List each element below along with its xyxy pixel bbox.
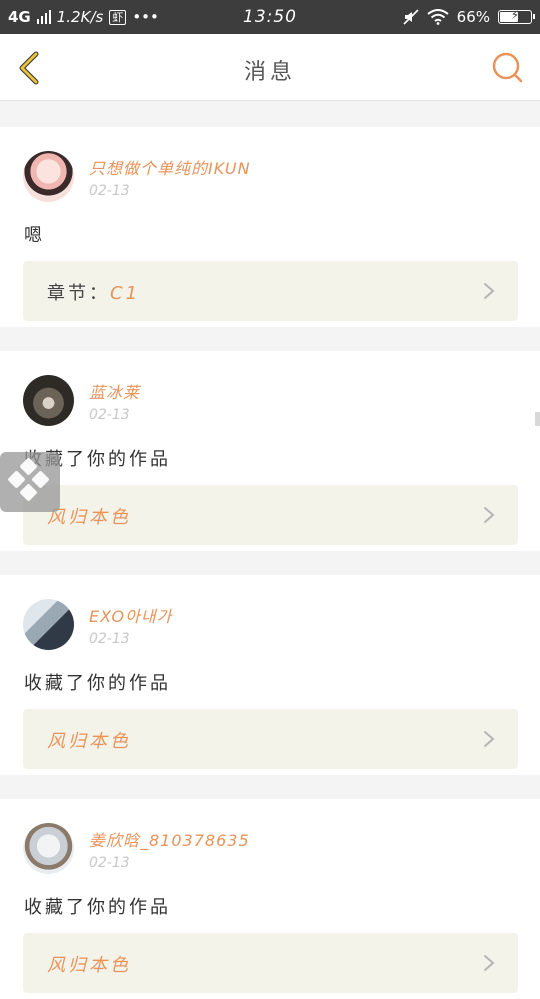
battery-percent: 66%: [456, 8, 490, 26]
diamond-grid-icon: [8, 458, 49, 501]
message-text: 嗯: [24, 225, 45, 246]
search-button[interactable]: [490, 50, 524, 84]
ref-title: C1: [110, 283, 141, 304]
message-card: EXO아내가 02-13 收藏了你的作品 风归本色: [0, 575, 540, 775]
message-text: 收藏了你的作品: [24, 897, 171, 918]
floating-assist-button[interactable]: [0, 452, 60, 512]
username[interactable]: EXO아내가: [89, 603, 172, 627]
message-date: 02-13: [89, 183, 130, 199]
chevron-right-icon: [484, 731, 495, 747]
message-date: 02-13: [89, 631, 130, 647]
ref-title: 风归本色: [47, 955, 131, 976]
scrollbar[interactable]: [535, 412, 540, 426]
chevron-right-icon: [484, 507, 495, 523]
referenced-work[interactable]: 章节：C1: [23, 261, 518, 321]
referenced-work[interactable]: 风归本色: [23, 933, 518, 993]
status-right: 66% ⚡: [403, 8, 535, 26]
header-bar: 消息: [0, 34, 540, 101]
username[interactable]: 只想做个单纯的IKUN: [89, 155, 251, 179]
message-card: 只想做个单纯的IKUN 02-13 嗯 章节：C1: [0, 127, 540, 327]
referenced-work-label: 章节：C1: [47, 279, 140, 305]
message-card: 蓝冰莱 02-13 收藏了你的作品 风归本色: [0, 351, 540, 551]
message-list: 只想做个单纯的IKUN 02-13 嗯 章节：C1 蓝冰莱 02-13 收藏了你…: [0, 101, 540, 999]
status-bar: 4G 1.2K/s 虾 ••• 13:50 66% ⚡: [0, 0, 540, 34]
chevron-right-icon: [484, 955, 495, 971]
search-icon: [492, 52, 523, 83]
message-text: 收藏了你的作品: [24, 673, 171, 694]
battery-icon: ⚡: [498, 8, 535, 24]
ref-title: 风归本色: [47, 731, 131, 752]
wifi-icon: [427, 9, 449, 25]
message-date: 02-13: [89, 407, 130, 423]
message-date: 02-13: [89, 855, 130, 871]
avatar[interactable]: [23, 823, 74, 874]
referenced-work-label: 风归本色: [47, 727, 131, 753]
referenced-work[interactable]: 风归本色: [23, 485, 518, 545]
username[interactable]: 蓝冰莱: [89, 379, 140, 403]
mute-icon: [403, 9, 419, 25]
page-title: 消息: [243, 60, 296, 85]
chevron-right-icon: [484, 283, 495, 299]
referenced-work-label: 风归本色: [47, 951, 131, 977]
ref-prefix: 章节：: [47, 283, 110, 304]
message-card: 姜欣晗_810378635 02-13 收藏了你的作品 风归本色: [0, 799, 540, 999]
avatar[interactable]: [23, 375, 74, 426]
avatar[interactable]: [23, 151, 74, 202]
referenced-work[interactable]: 风归本色: [23, 709, 518, 769]
avatar[interactable]: [23, 599, 74, 650]
username[interactable]: 姜欣晗_810378635: [89, 827, 250, 851]
